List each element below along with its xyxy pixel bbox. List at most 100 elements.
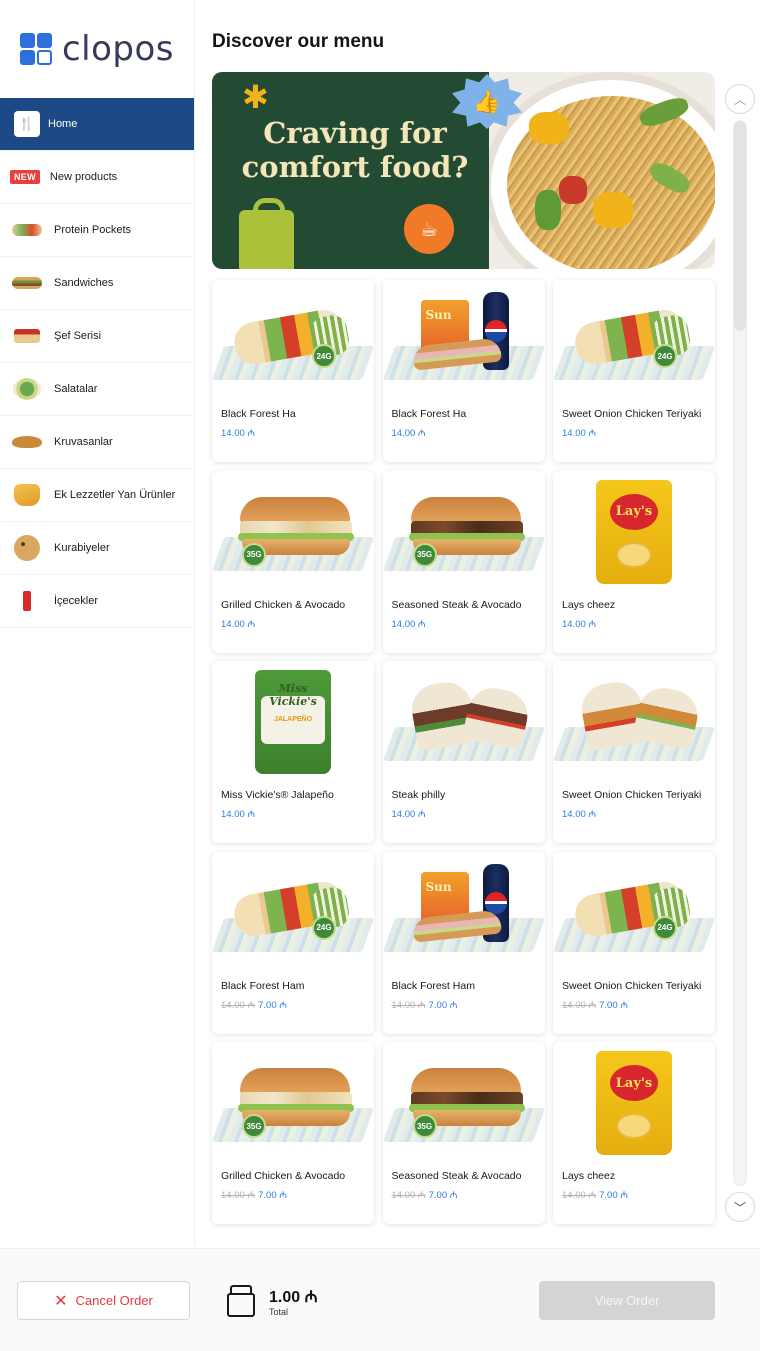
product-image: 24G xyxy=(212,858,374,968)
product-image: 35G xyxy=(382,1048,545,1158)
product-name: Miss Vickie's® Jalapeño xyxy=(221,789,334,801)
product-image: 24G xyxy=(212,286,374,396)
product-price: 14.00 ₼ 7.00 ₼ xyxy=(562,1188,628,1201)
sidebar-item-home[interactable]: 🍴 Home xyxy=(0,98,194,151)
category-thumbnail xyxy=(10,480,44,510)
product-image: Miss Vickie's JALAPEÑO xyxy=(212,667,374,777)
product-name: Lays cheez xyxy=(562,598,616,611)
product-name: Sweet Onion Chicken Teriyaki xyxy=(562,789,702,801)
product-current-price: 7.00 ₼ xyxy=(599,1190,628,1201)
category-nav: 🍴 Home NEW New products Protein Pockets Sandw… xyxy=(0,98,194,628)
sidebar-item-ek-lezzetler-yan-ürünler[interactable]: Ek Lezzetler Yan Ürünler xyxy=(0,469,194,522)
sidebar-item-kruvasanlar[interactable]: Kruvasanlar xyxy=(0,416,194,469)
sidebar-item-kurabiyeler[interactable]: Kurabiyeler xyxy=(0,522,194,575)
sidebar-item-sandwiches[interactable]: Sandwiches xyxy=(0,257,194,310)
product-card[interactable]: Lay's Lays cheez 14.00 ₼ xyxy=(553,470,715,653)
category-thumbnail xyxy=(10,268,44,298)
product-price: 14.00 ₼ xyxy=(221,807,255,820)
product-current-price: 7.00 ₼ xyxy=(428,1190,458,1201)
product-current-price: 14.00 ₼ xyxy=(391,618,426,630)
product-image: Sun xyxy=(382,858,545,968)
scroll-down-button[interactable]: ﹀ xyxy=(725,1192,755,1222)
close-icon: ✕ xyxy=(54,1292,68,1310)
product-price: 14.00 ₼ xyxy=(392,426,426,439)
product-card[interactable]: Miss Vickie's JALAPEÑO Miss Vickie's® Jala… xyxy=(212,661,374,843)
product-name: Grilled Chicken & Avocado xyxy=(221,598,346,611)
sidebar-item-protein-pockets[interactable]: Protein Pockets xyxy=(0,204,194,257)
product-price: 14.00 ₼ xyxy=(392,807,426,820)
promo-banner[interactable]: ✱ Craving for comfort food? ☕ 👍 xyxy=(212,72,715,269)
sidebar-item-label: Şef Serisi xyxy=(54,330,102,342)
utensils-icon: 🍴 xyxy=(14,111,40,137)
scroll-up-button[interactable]: ︿ xyxy=(725,84,755,114)
product-image: 35G xyxy=(212,1048,374,1158)
product-current-price: 7.00 ₼ xyxy=(258,1190,287,1201)
product-card[interactable]: Lay's Lays cheez 14.00 ₼ 7.00 ₼ xyxy=(553,1042,715,1224)
sidebar: clopos 🍴 Home NEW New products Protein Pocke… xyxy=(0,0,195,1245)
product-image: 35G xyxy=(212,477,374,587)
product-image: 24G xyxy=(553,286,715,396)
view-order-button[interactable]: View Order xyxy=(539,1281,715,1320)
product-current-price: 14.00 ₼ xyxy=(221,809,256,820)
category-thumbnail xyxy=(10,586,44,616)
product-old-price: 14.00 ₼ xyxy=(391,1190,426,1201)
category-thumbnail xyxy=(10,321,44,351)
sidebar-item-salatalar[interactable]: Salatalar xyxy=(0,363,194,416)
product-current-price: 14.00 ₼ xyxy=(391,428,426,439)
product-card[interactable]: 35G Seasoned Steak & Avocado 14.00 ₼ 7.00 ₼ xyxy=(382,1042,545,1224)
product-card[interactable]: 35G Grilled Chicken & Avocado 14.00 ₼ xyxy=(212,470,374,653)
product-current-price: 14.00 ₼ xyxy=(562,618,597,630)
sidebar-item-i-çecekler[interactable]: İçecekler xyxy=(0,575,194,628)
scrollbar-thumb[interactable] xyxy=(734,121,746,331)
product-grid: 24G Black Forest Ha 14.00 ₼ Sun Black Forest… xyxy=(212,280,715,1224)
product-name: Black Forest Ham xyxy=(391,979,475,992)
logo-icon xyxy=(19,33,52,65)
banner-headline: Craving for comfort food? xyxy=(241,116,469,184)
product-card[interactable]: 24G Sweet Onion Chicken Teriyaki 14.00 ₼ 7.… xyxy=(553,851,715,1034)
fast-food-icon: ☕ xyxy=(404,204,454,254)
product-old-price: 14.00 ₼ xyxy=(221,1190,256,1201)
product-current-price: 14.00 ₼ xyxy=(562,809,597,820)
product-name: Seasoned Steak & Avocado xyxy=(391,598,522,611)
product-card[interactable]: 24G Black Forest Ham 14.00 ₼ 7.00 ₼ xyxy=(212,851,374,1034)
product-current-price: 7.00 ₼ xyxy=(428,999,458,1011)
product-name: Steak philly xyxy=(391,789,446,801)
product-name: Black Forest Ha xyxy=(221,408,296,420)
main-content: Discover our menu ✱ Craving for comfort … xyxy=(195,0,760,1248)
product-image: 24G xyxy=(553,858,715,968)
product-card[interactable]: 35G Seasoned Steak & Avocado 14.00 ₼ xyxy=(382,470,545,653)
product-card[interactable]: Steak philly 14.00 ₼ xyxy=(382,661,545,843)
product-image xyxy=(382,667,545,777)
product-old-price: 14.00 ₼ xyxy=(562,999,597,1011)
sidebar-item-label: Protein Pockets xyxy=(54,224,132,236)
product-price: 14.00 ₼ xyxy=(562,617,596,630)
product-card[interactable]: 35G Grilled Chicken & Avocado 14.00 ₼ 7.00 … xyxy=(212,1042,374,1224)
sidebar-item-şef-serisi[interactable]: Şef Serisi xyxy=(0,310,194,363)
product-name: Lays cheez xyxy=(562,1170,616,1182)
product-card[interactable]: Sun Black Forest Ham 14.00 ₼ 7.00 ₼ xyxy=(382,851,545,1034)
sidebar-item-new-products[interactable]: NEW New products xyxy=(0,151,194,204)
product-card[interactable]: Sweet Onion Chicken Teriyaki 14.00 ₼ xyxy=(553,661,715,843)
cart-bag-icon xyxy=(227,1285,255,1317)
product-old-price: 14.00 ₼ xyxy=(221,999,256,1011)
product-image: 35G xyxy=(382,477,545,587)
sidebar-item-label: Salatalar xyxy=(54,383,98,395)
brand-logo: clopos xyxy=(0,0,194,98)
product-card[interactable]: 24G Sweet Onion Chicken Teriyaki 14.00 ₼ xyxy=(553,280,715,462)
order-total-label: Total xyxy=(269,1307,289,1317)
product-name: Black Forest Ham xyxy=(221,979,305,992)
banner-image-noodles xyxy=(489,72,715,269)
sidebar-item-label: Kruvasanlar xyxy=(54,436,113,448)
product-current-price: 14.00 ₼ xyxy=(221,618,256,630)
product-card[interactable]: 24G Black Forest Ha 14.00 ₼ xyxy=(212,280,374,462)
shopping-bag-icon xyxy=(239,198,294,269)
cancel-order-button[interactable]: ✕ Cancel Order xyxy=(17,1281,190,1320)
product-price: 14.00 ₼ 7.00 ₼ xyxy=(392,1188,458,1201)
product-name: Seasoned Steak & Avocado xyxy=(391,1170,522,1182)
product-old-price: 14.00 ₼ xyxy=(562,1190,597,1201)
sidebar-item-label: İçecekler xyxy=(54,595,99,607)
product-current-price: 14.00 ₼ xyxy=(221,428,256,439)
product-current-price: 7.00 ₼ xyxy=(258,999,287,1011)
star-icon: ✱ xyxy=(242,79,269,115)
product-card[interactable]: Sun Black Forest Ha 14.00 ₼ xyxy=(382,280,545,462)
